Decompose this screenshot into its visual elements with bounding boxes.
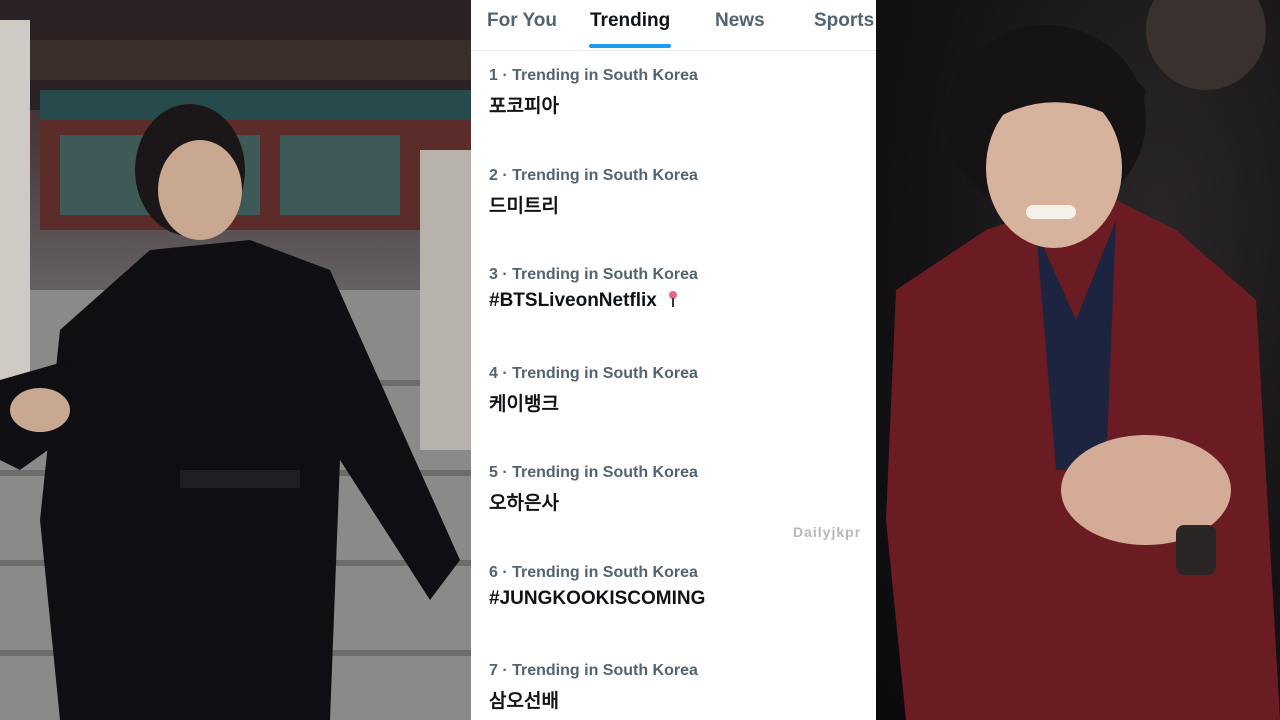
trend-name: #JUNGKOOKISCOMING (489, 588, 706, 609)
trend-meta: 6 · Trending in South Korea (489, 564, 698, 581)
trend-item-3[interactable]: 3 · Trending in South Korea #BTSLiveonNe… (489, 266, 849, 326)
trend-name: 케이뱅크 (489, 394, 559, 415)
trend-name: 오하은사 (489, 493, 559, 514)
trend-meta: 3 · Trending in South Korea (489, 266, 698, 283)
trend-meta: 5 · Trending in South Korea (489, 464, 698, 481)
tab-for-you[interactable]: For You (487, 10, 557, 32)
tab-bar: For You Trending News Sports (471, 0, 876, 51)
trend-item-2[interactable]: 2 · Trending in South Korea 드미트리 (489, 167, 849, 227)
tab-trending[interactable]: Trending (590, 10, 670, 32)
trend-item-6[interactable]: 6 · Trending in South Korea #JUNGKOOKISC… (489, 564, 849, 624)
right-photo-illustration (886, 0, 1280, 720)
trend-item-4[interactable]: 4 · Trending in South Korea 케이뱅크 (489, 365, 849, 425)
left-photo (0, 0, 471, 720)
trend-meta: 2 · Trending in South Korea (489, 167, 698, 184)
trend-meta: 1 · Trending in South Korea (489, 67, 698, 84)
trend-meta: 7 · Trending in South Korea (489, 662, 698, 679)
screen: For You Trending News Sports 1 · Trendin… (0, 0, 1280, 720)
trend-name: 포코피아 (489, 96, 559, 117)
trend-item-5[interactable]: 5 · Trending in South Korea 오하은사 (489, 464, 849, 524)
trend-meta: 4 · Trending in South Korea (489, 365, 698, 382)
bts-lightstick-icon (669, 291, 678, 307)
trend-item-1[interactable]: 1 · Trending in South Korea 포코피아 (489, 67, 849, 127)
trend-name: 드미트리 (489, 196, 559, 217)
active-tab-indicator (589, 44, 671, 48)
trend-name: #BTSLiveonNetflix (489, 290, 657, 311)
trend-name: 삼오선배 (489, 691, 559, 712)
watermark: Dailyjkpr (793, 524, 862, 540)
right-photo (876, 0, 1280, 720)
trend-item-7[interactable]: 7 · Trending in South Korea 삼오선배 (489, 662, 849, 720)
tab-news[interactable]: News (715, 10, 765, 32)
trend-name-row: #BTSLiveonNetflix (489, 290, 678, 312)
tab-sports[interactable]: Sports (814, 10, 874, 32)
trending-panel: For You Trending News Sports 1 · Trendin… (471, 0, 876, 720)
left-photo-illustration (0, 0, 471, 720)
